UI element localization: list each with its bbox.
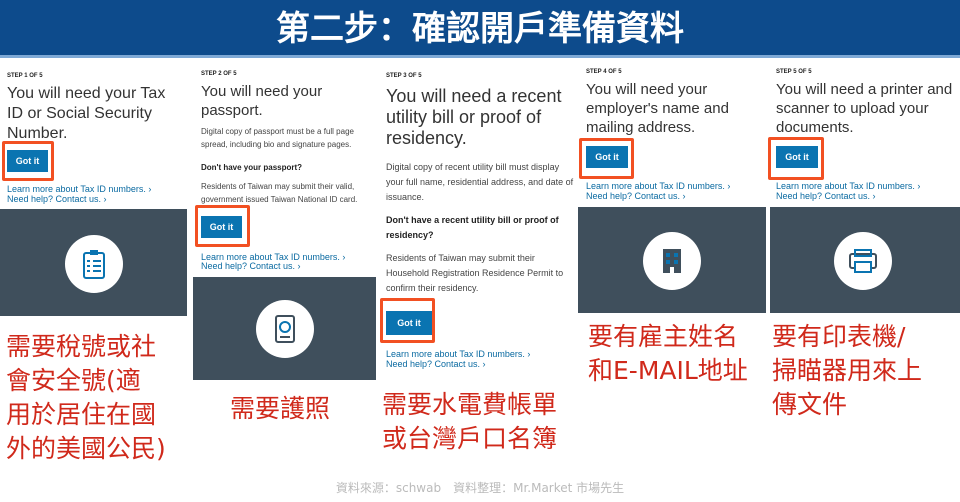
contact-link[interactable]: Need help? Contact us. › [586, 191, 686, 201]
step-title: You will need your Tax ID or Social Secu… [7, 85, 166, 142]
caption: 需要水電費帳單 或台灣戶口名簿 [382, 390, 558, 453]
clipboard-checklist-icon [65, 235, 123, 293]
tax-id-link[interactable]: Learn more about Tax ID numbers. › [386, 349, 530, 359]
step-body: Digital copy of passport must be a full … [201, 127, 354, 149]
step-question: Don't have your passport? [201, 163, 303, 172]
step-title: You will need your employer's name and m… [586, 81, 729, 136]
got-it-button[interactable]: Got it [776, 146, 818, 168]
slide-title: 第二步：確認開戶準備資料 [0, 0, 960, 58]
got-it-button[interactable]: Got it [386, 311, 432, 335]
tax-id-link[interactable]: Learn more about Tax ID numbers. › [776, 181, 920, 191]
step-body-2: Residents of Taiwan may submit their val… [201, 182, 358, 204]
got-it-button[interactable]: Got it [586, 146, 628, 168]
step-title: You will need your passport. [201, 83, 323, 119]
caption: 需要稅號或社 會安全號(適 用於居住在國 外的美國公民) [6, 332, 166, 463]
step-label: STEP 4 OF 5 [586, 69, 622, 75]
got-it-button[interactable]: Got it [201, 216, 242, 238]
step-body: Digital copy of recent utility bill must… [386, 162, 574, 202]
caption: 需要護照 [230, 394, 331, 423]
step-label: STEP 2 OF 5 [201, 71, 237, 77]
caption: 要有雇主姓名 和E-MAIL地址 [588, 322, 748, 385]
contact-link[interactable]: Need help? Contact us. › [386, 359, 486, 369]
passport-icon [256, 300, 314, 358]
step-label: STEP 3 OF 5 [386, 73, 422, 79]
caption: 要有印表機/ 掃瞄器用來上 傳文件 [772, 322, 923, 419]
step-label: STEP 5 OF 5 [776, 69, 812, 75]
tax-id-link[interactable]: Learn more about Tax ID numbers. › [586, 181, 730, 191]
contact-link[interactable]: Need help? Contact us. › [776, 191, 876, 201]
step-title: You will need a recent utility bill or p… [386, 86, 562, 148]
tax-id-link[interactable]: Learn more about Tax ID numbers. › [7, 184, 151, 194]
contact-link[interactable]: Need help? Contact us. › [201, 261, 301, 271]
building-icon [643, 232, 701, 290]
step-question: Don't have a recent utility bill or proo… [386, 215, 559, 240]
printer-icon [834, 232, 892, 290]
got-it-button[interactable]: Got it [7, 150, 48, 172]
contact-link[interactable]: Need help? Contact us. › [7, 194, 107, 204]
step-body-2: Residents of Taiwan may submit their Hou… [386, 253, 564, 293]
step-label: STEP 1 OF 5 [7, 73, 43, 79]
source-footer: 資料來源：schwab 資料整理：Mr.Market 市場先生 [335, 481, 625, 495]
step-title: You will need a printer and scanner to u… [776, 81, 953, 136]
